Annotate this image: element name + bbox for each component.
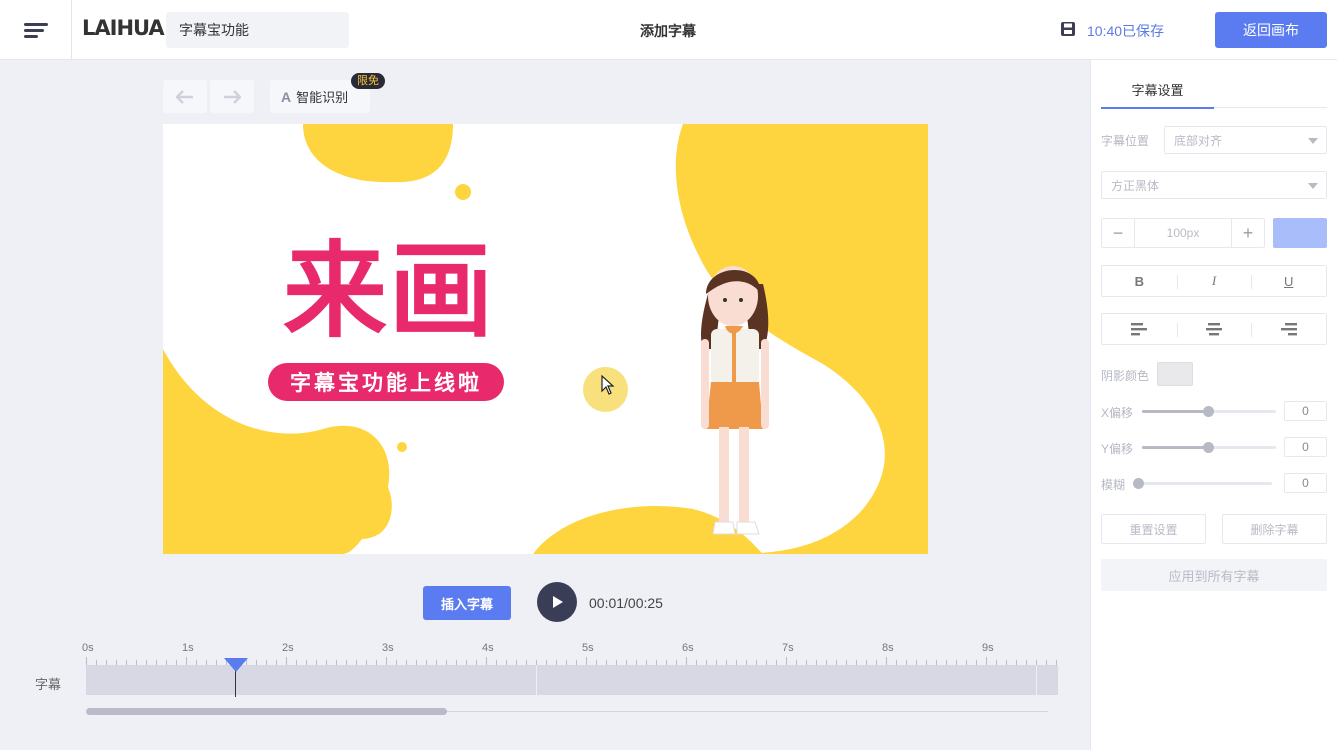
text-align-group (1101, 313, 1327, 345)
font-size-decrease-button[interactable]: − (1102, 219, 1134, 247)
play-button[interactable] (537, 582, 577, 622)
redo-button[interactable] (210, 80, 254, 113)
font-family-value: 方正黑体 (1111, 178, 1160, 193)
insert-subtitle-button[interactable]: 插入字幕 (423, 586, 511, 620)
track-segment-divider (536, 665, 537, 695)
align-right-button[interactable] (1251, 314, 1326, 344)
timeline-scrollbar-thumb[interactable] (86, 708, 447, 715)
subtitle-position-select[interactable]: 底部对齐 (1164, 126, 1327, 154)
canvas-big-title: 来画 (283, 230, 496, 352)
y-offset-slider-fill (1142, 446, 1209, 449)
font-size-value[interactable]: 100px (1134, 219, 1232, 247)
font-size-increase-button[interactable]: + (1232, 219, 1264, 247)
apply-to-all-subtitles-button[interactable]: 应用到所有字幕 (1101, 559, 1327, 591)
subtitle-position-label: 字幕位置 (1101, 134, 1150, 148)
align-center-icon (1206, 323, 1222, 336)
y-offset-input[interactable]: 0 (1284, 437, 1327, 457)
shadow-color-swatch[interactable] (1157, 362, 1193, 386)
chevron-down-icon (1308, 183, 1318, 189)
align-left-icon (1131, 323, 1148, 336)
font-color-swatch[interactable] (1273, 218, 1327, 248)
top-bar: LAIHUA 添加字幕 10:40已保存 返回画布 (0, 0, 1337, 60)
x-offset-label: X偏移 (1101, 406, 1134, 420)
canvas-background-illustration (163, 124, 928, 554)
timeline-time-label: 1s (182, 642, 194, 654)
text-style-group: B I U (1101, 265, 1327, 297)
shadow-color-label: 阴影颜色 (1101, 369, 1150, 383)
align-right-icon (1280, 323, 1297, 336)
subtitle-track-label: 字幕 (35, 677, 62, 692)
tab-underline (1214, 107, 1327, 108)
timeline-time-label: 0s (82, 642, 94, 654)
canvas-subtitle-pill: 字幕宝功能上线啦 (268, 363, 504, 401)
subtitle-position-value: 底部对齐 (1174, 133, 1223, 148)
save-icon (1061, 22, 1075, 36)
return-to-canvas-button[interactable]: 返回画布 (1215, 12, 1327, 48)
underline-button[interactable]: U (1251, 266, 1326, 296)
undo-arrow-icon (176, 89, 193, 104)
timeline-time-label: 8s (882, 642, 894, 654)
x-offset-slider-knob[interactable] (1203, 406, 1214, 417)
timeline-time-label: 3s (382, 642, 394, 654)
page-title: 添加字幕 (640, 23, 696, 39)
align-left-button[interactable] (1102, 314, 1177, 344)
reset-settings-button[interactable]: 重置设置 (1101, 514, 1206, 544)
x-offset-input[interactable]: 0 (1284, 401, 1327, 421)
free-badge: 限免 (351, 73, 385, 89)
bold-button[interactable]: B (1102, 266, 1177, 296)
play-icon (553, 596, 563, 608)
timeline-time-label: 2s (282, 642, 294, 654)
mouse-cursor-icon (601, 375, 615, 395)
track-segment-divider (1036, 665, 1037, 695)
time-display: 00:01/00:25 (589, 595, 663, 611)
tab-subtitle-settings[interactable]: 字幕设置 (1101, 72, 1214, 109)
playhead-marker-icon[interactable] (224, 658, 248, 672)
timeline-time-label: 9s (982, 642, 994, 654)
preview-canvas[interactable]: 来画 字幕宝功能上线啦 (163, 124, 928, 554)
align-center-button[interactable] (1176, 314, 1252, 344)
font-size-stepper: − 100px + (1101, 218, 1265, 248)
x-offset-slider-fill (1142, 410, 1209, 413)
font-family-select[interactable]: 方正黑体 (1101, 171, 1327, 199)
timeline-time-label: 7s (782, 642, 794, 654)
redo-arrow-icon (224, 89, 241, 104)
blur-slider-knob[interactable] (1133, 478, 1144, 489)
save-status: 10:40已保存 (1087, 23, 1165, 39)
delete-subtitle-button[interactable]: 删除字幕 (1222, 514, 1327, 544)
hamburger-icon (23, 20, 48, 41)
timeline-time-label: 5s (582, 642, 594, 654)
project-title-input[interactable] (166, 12, 349, 48)
app-logo: LAIHUA (82, 16, 165, 40)
ai-voice-icon: A (281, 88, 292, 105)
blur-label: 模糊 (1101, 478, 1126, 492)
timeline-time-label: 4s (482, 642, 494, 654)
blur-input[interactable]: 0 (1284, 473, 1327, 493)
hamburger-menu-button[interactable] (0, 0, 72, 60)
y-offset-slider-knob[interactable] (1203, 442, 1214, 453)
y-offset-label: Y偏移 (1101, 442, 1134, 456)
undo-button[interactable] (163, 80, 207, 113)
chevron-down-icon (1308, 138, 1318, 144)
smart-recognize-label: 智能识别 (296, 90, 349, 105)
italic-button[interactable]: I (1176, 266, 1252, 296)
blur-slider-track[interactable] (1134, 482, 1272, 485)
timeline-time-label: 6s (682, 642, 694, 654)
